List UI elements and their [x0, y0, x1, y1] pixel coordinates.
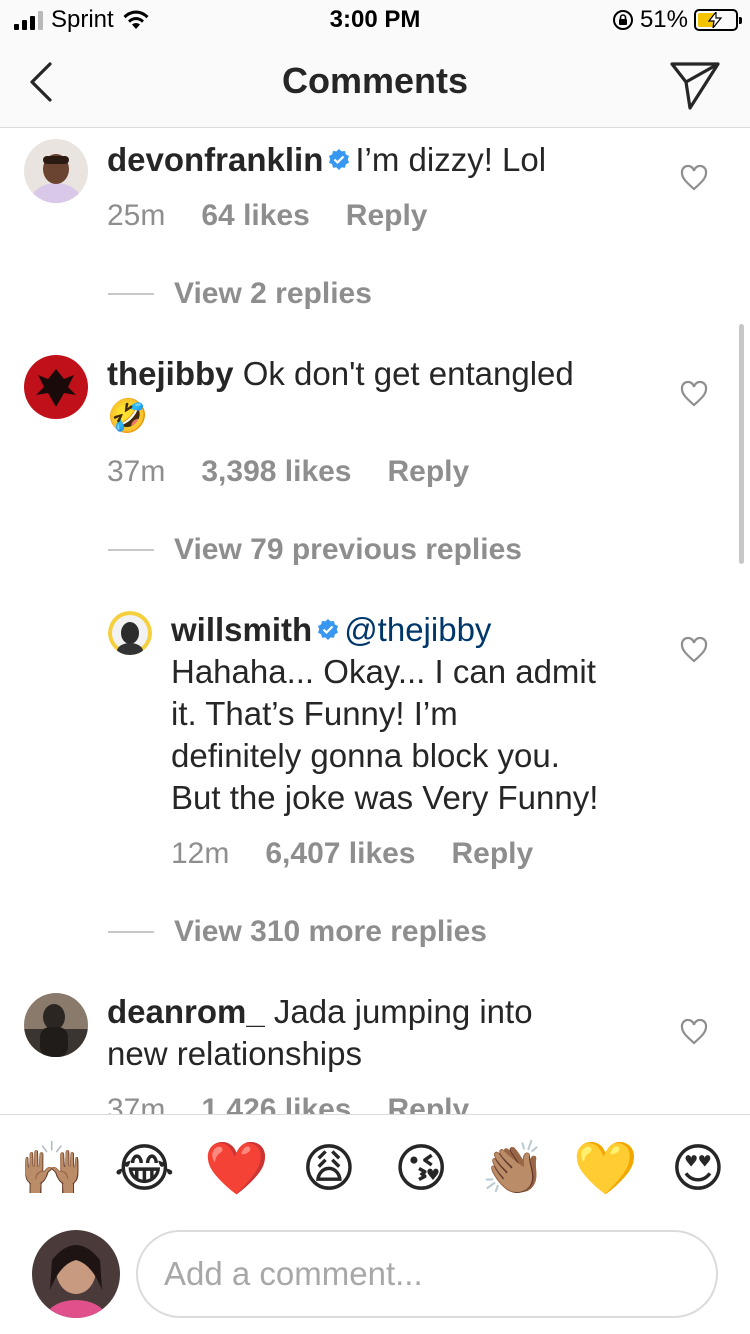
comment-body: willsmith @thejibby Hahaha... Okay... I c… [171, 609, 731, 819]
comment-composer [0, 1222, 750, 1334]
view-replies-label: View 310 more replies [174, 915, 487, 948]
comment-meta: 37m 1,426 likes Reply [107, 1093, 469, 1114]
comment-body: thejibby Ok don't get entangled 🤣 [107, 353, 574, 437]
heart-icon[interactable] [680, 637, 708, 663]
comment-likes[interactable]: 3,398 likes [201, 455, 351, 489]
divider [108, 549, 154, 551]
comment-meta: 25m 64 likes Reply [107, 199, 428, 233]
red-heart-emoji-button[interactable]: ❤️ [204, 1139, 270, 1199]
comment-meta: 37m 3,398 likes Reply [107, 455, 469, 489]
view-replies-button[interactable]: View 2 replies [108, 277, 372, 311]
comment-text: Jada jumping into [273, 993, 533, 1030]
verified-badge-icon [329, 149, 350, 171]
comments-list[interactable]: devonfranklin I’m dizzy! Lol 25m 64 likes… [0, 129, 750, 1114]
status-bar-right: 51% [612, 6, 742, 34]
avatar[interactable] [24, 993, 88, 1057]
reply-button[interactable]: Reply [388, 455, 470, 489]
comment-body: devonfranklin I’m dizzy! Lol [107, 139, 546, 181]
comment-time: 37m [107, 1093, 166, 1114]
comment-time: 25m [107, 199, 166, 232]
view-replies-label: View 2 replies [174, 277, 372, 310]
comment-text-line: But the joke was Very Funny! [171, 779, 599, 816]
emoji-quick-bar: 🙌🏽 😂 ❤️ 😩 😘 👏🏽 💛 😍 [0, 1114, 750, 1222]
comment-input[interactable] [136, 1230, 718, 1318]
reply-button[interactable]: Reply [346, 199, 428, 233]
avatar[interactable] [108, 611, 152, 655]
heart-eyes-emoji-button[interactable]: 😍 [665, 1139, 731, 1199]
tears-of-joy-emoji-button[interactable]: 😂 [111, 1139, 177, 1199]
navigation-bar: Comments [0, 40, 750, 128]
laughing-emoji: 🤣 [107, 397, 149, 434]
comment-meta: 12m 6,407 likes Reply [171, 837, 533, 871]
comment-text: Ok don't get entangled [242, 355, 574, 392]
heart-icon[interactable] [680, 165, 708, 191]
comment-username[interactable]: devonfranklin [107, 141, 323, 178]
divider [108, 293, 154, 295]
comment-text-line: definitely gonna block you. [171, 737, 560, 774]
kiss-face-emoji-button[interactable]: 😘 [388, 1139, 454, 1199]
comment-text-line: it. That’s Funny! I’m [171, 695, 458, 732]
comment-username[interactable]: thejibby [107, 355, 234, 392]
comment-time: 37m [107, 455, 166, 488]
view-replies-button[interactable]: View 310 more replies [108, 915, 487, 949]
reply-button[interactable]: Reply [388, 1093, 470, 1114]
verified-badge-icon [318, 619, 339, 641]
divider [108, 931, 154, 933]
heart-icon[interactable] [680, 1019, 708, 1045]
avatar [32, 1230, 120, 1318]
view-replies-button[interactable]: View 79 previous replies [108, 533, 522, 567]
avatar[interactable] [24, 139, 88, 203]
paper-plane-icon[interactable] [668, 58, 722, 112]
mention-link[interactable]: @thejibby [344, 611, 491, 648]
comment-likes[interactable]: 6,407 likes [265, 837, 415, 871]
orientation-lock-icon [612, 10, 633, 30]
scrollbar[interactable] [739, 324, 744, 564]
comment-text-line: Hahaha... Okay... I can admit [171, 653, 596, 690]
status-bar: Sprint 3:00 PM 51% [0, 0, 750, 40]
clapping-hands-emoji-button[interactable]: 👏🏽 [480, 1139, 546, 1199]
avatar[interactable] [24, 355, 88, 419]
comment-username[interactable]: deanrom_ [107, 993, 265, 1030]
comment-likes[interactable]: 1,426 likes [201, 1093, 351, 1114]
reply-button[interactable]: Reply [452, 837, 534, 871]
weary-face-emoji-button[interactable]: 😩 [296, 1139, 362, 1199]
comment-text-line: new relationships [107, 1035, 362, 1072]
battery-percent: 51% [639, 6, 688, 33]
comment-time: 12m [171, 837, 230, 870]
comment-likes[interactable]: 64 likes [201, 199, 309, 233]
raising-hands-emoji-button[interactable]: 🙌🏽 [19, 1139, 85, 1199]
comment-username[interactable]: willsmith [171, 611, 312, 648]
comment-body: deanrom_ Jada jumping into new relations… [107, 991, 533, 1075]
heart-icon[interactable] [680, 381, 708, 407]
yellow-heart-emoji-button[interactable]: 💛 [573, 1139, 639, 1199]
comment-text: I’m dizzy! Lol [355, 141, 547, 178]
view-replies-label: View 79 previous replies [174, 533, 522, 566]
page-title: Comments [281, 60, 469, 101]
battery-charging-icon [694, 9, 742, 31]
